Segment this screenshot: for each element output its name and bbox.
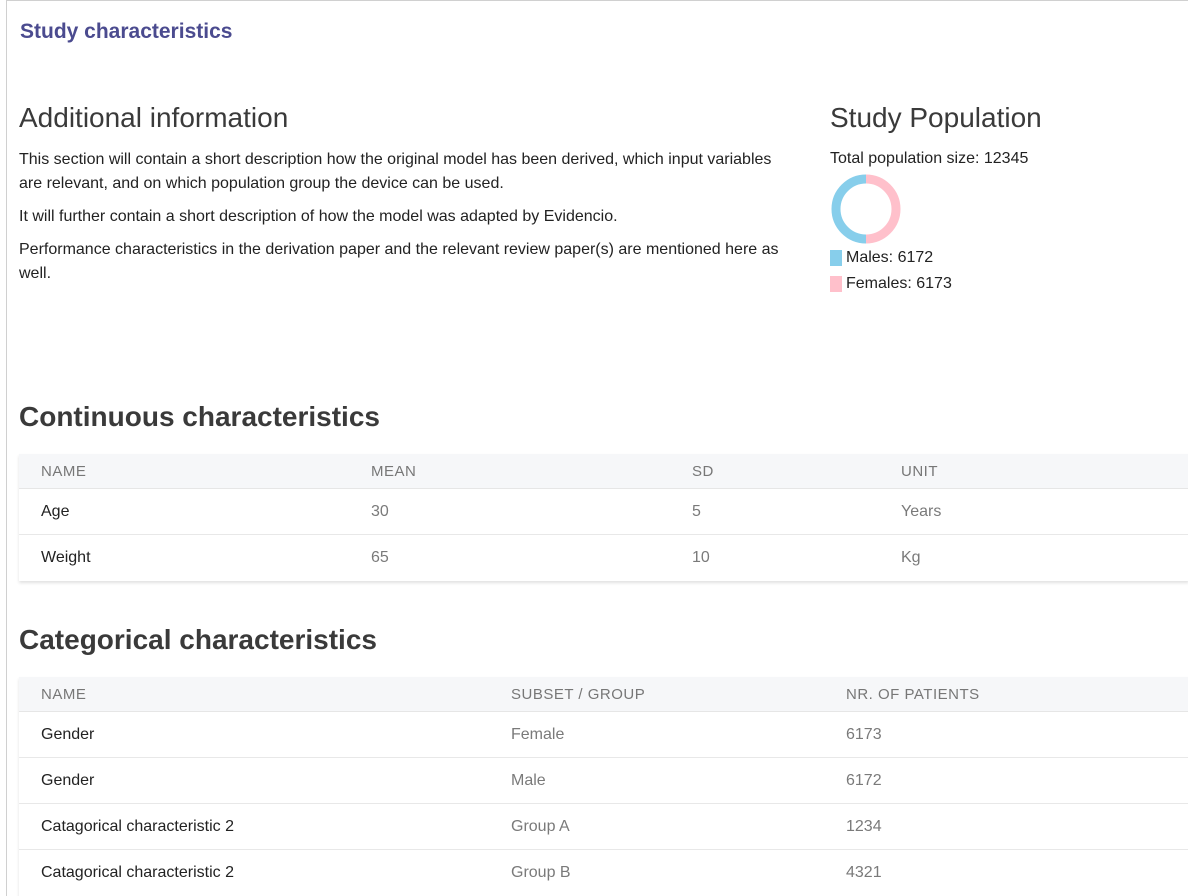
categorical-heading: Categorical characteristics bbox=[19, 624, 377, 655]
females-swatch bbox=[830, 276, 842, 292]
table-row: Catagorical characteristic 2 Group A 123… bbox=[19, 804, 1188, 850]
patients-cell: 1234 bbox=[846, 817, 882, 835]
column-header: NR. OF PATIENTS bbox=[846, 685, 980, 703]
name-cell: Catagorical characteristic 2 bbox=[41, 864, 234, 881]
total-population-label: Total population size: 12345 bbox=[830, 150, 1029, 167]
males-swatch bbox=[830, 250, 842, 266]
study-characteristics-panel: Study characteristics Additional informa… bbox=[6, 0, 1188, 896]
continuous-heading: Continuous characteristics bbox=[19, 401, 380, 432]
column-header: SD bbox=[692, 462, 714, 480]
patients-cell: 4321 bbox=[846, 864, 882, 881]
description-paragraph: It will further contain a short descript… bbox=[19, 208, 618, 225]
name-cell: Gender bbox=[41, 725, 95, 743]
group-cell: Male bbox=[511, 771, 546, 789]
additional-information: Additional information This section will… bbox=[19, 102, 779, 295]
females-label: Females: 6173 bbox=[846, 275, 952, 292]
table-row: Catagorical characteristic 2 Group B 432… bbox=[19, 850, 1188, 896]
mean-cell: 65 bbox=[371, 549, 389, 566]
table-header: NAME MEAN SD UNIT bbox=[19, 454, 1188, 489]
column-header: NAME bbox=[41, 685, 87, 703]
table-row: Age 30 5 Years bbox=[19, 489, 1188, 535]
unit-cell: Years bbox=[901, 502, 942, 520]
column-header: SUBSET / GROUP bbox=[511, 685, 646, 703]
patients-cell: 6173 bbox=[846, 725, 882, 743]
additional-information-heading: Additional information bbox=[19, 102, 289, 133]
column-header: MEAN bbox=[371, 462, 417, 480]
population-donut-chart bbox=[831, 174, 901, 244]
name-cell: Catagorical characteristic 2 bbox=[41, 817, 234, 835]
name-cell: Weight bbox=[41, 549, 91, 566]
table-header: NAME SUBSET / GROUP NR. OF PATIENTS bbox=[19, 677, 1188, 712]
legend-females: Females: 6173 bbox=[830, 271, 1160, 297]
study-population: Study Population Total population size: … bbox=[830, 102, 1160, 297]
donut-slice-males bbox=[831, 174, 867, 244]
unit-cell: Kg bbox=[901, 549, 921, 566]
donut-slice-females bbox=[865, 174, 901, 244]
section-title: Study characteristics bbox=[20, 20, 233, 43]
description-paragraph: This section will contain a short descri… bbox=[19, 151, 772, 192]
continuous-table: NAME MEAN SD UNIT Age 30 5 Years Weight … bbox=[19, 454, 1188, 581]
column-header: NAME bbox=[41, 462, 87, 480]
table-row: Gender Female 6173 bbox=[19, 712, 1188, 758]
sd-cell: 10 bbox=[692, 549, 710, 566]
study-population-heading: Study Population bbox=[830, 102, 1042, 133]
table-row: Gender Male 6172 bbox=[19, 758, 1188, 804]
patients-cell: 6172 bbox=[846, 771, 882, 789]
group-cell: Group A bbox=[511, 817, 570, 835]
description-paragraph: Performance characteristics in the deriv… bbox=[19, 241, 779, 282]
column-header: UNIT bbox=[901, 462, 938, 480]
table-row: Weight 65 10 Kg bbox=[19, 535, 1188, 581]
group-cell: Female bbox=[511, 725, 565, 743]
legend-males: Males: 6172 bbox=[830, 245, 1160, 271]
name-cell: Age bbox=[41, 502, 70, 520]
name-cell: Gender bbox=[41, 771, 95, 789]
categorical-table: NAME SUBSET / GROUP NR. OF PATIENTS Gend… bbox=[19, 677, 1188, 896]
mean-cell: 30 bbox=[371, 502, 389, 520]
sd-cell: 5 bbox=[692, 502, 701, 520]
group-cell: Group B bbox=[511, 864, 571, 881]
males-label: Males: 6172 bbox=[846, 249, 934, 266]
